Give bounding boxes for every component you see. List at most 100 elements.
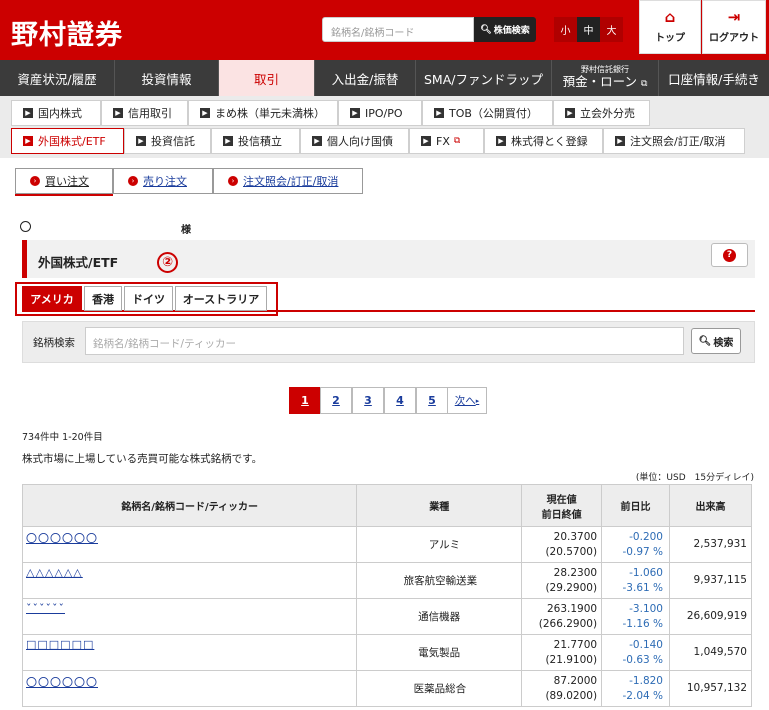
page-3[interactable]: 3 [352, 387, 384, 414]
subnav-label: 株式得とく登録 [511, 135, 588, 148]
stock-search-button[interactable]: 🔍︎ 株価検索 [474, 17, 536, 42]
page-1[interactable]: 1 [289, 387, 321, 414]
subnav-investment-trust[interactable]: ▶ 投資信託 [124, 128, 211, 154]
nav-investment-info[interactable]: 投資情報 [115, 60, 219, 96]
cell-industry: 旅客航空輸送業 [356, 562, 523, 599]
stock-search-input[interactable]: 銘柄名/銘柄コード [322, 17, 474, 42]
tab-germany[interactable]: ドイツ [124, 286, 173, 311]
change-percent: -0.97 % [622, 545, 663, 558]
unit-note: (単位：USD 15分ディレイ) [635, 473, 754, 483]
arrow-right-icon: ▶ [136, 136, 146, 146]
stock-link[interactable]: ˇˇˇˇˇˇ [26, 602, 65, 615]
tab-australia[interactable]: オーストラリア [175, 286, 267, 311]
tab-buy-order[interactable]: › 買い注文 [15, 168, 113, 194]
font-size-small-button[interactable]: 小 [554, 17, 577, 42]
nav-deposit-transfer[interactable]: 入出金/振替 [315, 60, 416, 96]
change-value: -1.820 [629, 675, 663, 688]
nav-account-info[interactable]: 口座情報/手続き [659, 60, 769, 96]
logout-button[interactable]: ⇥ ログアウト [702, 0, 766, 54]
arrow-right-icon: › [30, 176, 40, 186]
page-5[interactable]: 5 [416, 387, 448, 414]
prev-close: (20.5700) [545, 545, 598, 558]
nav-assets[interactable]: 資産状況/履歴 [0, 60, 115, 96]
subnav-mame-kabu[interactable]: ▶ まめ株（単元未満株） [188, 100, 338, 126]
subnav-fx[interactable]: ▶ FX ⧉ [409, 128, 484, 154]
nav-trade[interactable]: 取引 [219, 60, 315, 96]
cell-change: -0.140 -0.63 % [601, 634, 670, 671]
stock-link[interactable]: 〇〇〇〇〇〇 [26, 532, 98, 545]
subnav-foreign-stock-etf[interactable]: ▶ 外国株式/ETF [11, 128, 124, 154]
subnav-label: 投資信託 [151, 135, 195, 148]
tab-order-inquiry[interactable]: › 注文照会/訂正/取消 [213, 168, 363, 194]
current-price: 263.1900 [546, 603, 598, 616]
subnav-tob[interactable]: ▶ TOB（公開買付） [422, 100, 553, 126]
page-2[interactable]: 2 [320, 387, 352, 414]
cell-industry: 通信機器 [356, 598, 523, 635]
nav-deposit-loan-label: 預金・ローン [562, 74, 637, 90]
cell-price: 20.3700 (20.5700) [521, 526, 603, 563]
col-volume-header: 出来高 [669, 484, 752, 527]
help-button[interactable]: ? [711, 243, 748, 267]
table-header-row: 銘柄名/銘柄コード/ティッカー 業種 現在値 前日終値 前日比 出来高 [21, 484, 752, 527]
subnav-label: 信用取引 [128, 107, 172, 120]
subnav-jgb[interactable]: ▶ 個人向け国債 [300, 128, 409, 154]
tab-usa[interactable]: アメリカ [22, 286, 82, 311]
arrow-right-icon: ▶ [200, 108, 210, 118]
stock-link[interactable]: □□□□□□ [26, 638, 94, 651]
arrow-right-icon: ▶ [615, 136, 625, 146]
logout-button-label: ログアウト [709, 33, 759, 44]
nav-sma-fundwrap[interactable]: SMA/ファンドラップ [416, 60, 552, 96]
stock-link[interactable]: △△△△△△ [26, 566, 83, 579]
subnav-margin[interactable]: ▶ 信用取引 [101, 100, 188, 126]
subnav-trust-accumulation[interactable]: ▶ 投信積立 [211, 128, 300, 154]
search-icon: 🔍︎ [480, 24, 492, 35]
external-link-icon: ⧉ [453, 136, 461, 146]
subnav-label: まめ株（単元未満株） [215, 107, 325, 120]
tab-buy-order-label: 買い注文 [45, 175, 89, 188]
result-count: 734件中 1-20件目 [22, 432, 103, 443]
subnav-label: 注文照会/訂正/取消 [630, 135, 726, 148]
subnav-offfloor[interactable]: ▶ 立会外分売 [553, 100, 650, 126]
col-name-header: 銘柄名/銘柄コード/ティッカー [21, 484, 358, 527]
page-title: 外国株式/ETF [38, 255, 119, 270]
cell-industry: アルミ [356, 526, 523, 563]
tab-sell-order[interactable]: › 売り注文 [113, 168, 213, 194]
search-icon: 🔍︎ [698, 335, 712, 347]
cell-volume: 9,937,115 [669, 562, 752, 599]
top-button[interactable]: ⌂ トップ [639, 0, 701, 54]
current-price: 87.2000 [553, 675, 598, 688]
change-percent: -1.16 % [622, 617, 663, 630]
font-size-medium-button[interactable]: 中 [577, 17, 600, 42]
ticker-search-input[interactable]: 銘柄名/銘柄コード/ティッカー [85, 327, 684, 355]
tab-hongkong[interactable]: 香港 [84, 286, 122, 311]
page-4[interactable]: 4 [384, 387, 416, 414]
arrow-right-icon: ▶ [23, 136, 33, 146]
next-page-button[interactable]: 次へ ▸ [447, 387, 487, 414]
subnav-tokutoku[interactable]: ▶ 株式得とく登録 [484, 128, 603, 154]
cell-change: -0.200 -0.97 % [601, 526, 670, 563]
prev-close: (21.9100) [545, 653, 598, 666]
font-size-large-button[interactable]: 大 [600, 17, 623, 42]
table-row: □□□□□□ 電気製品 21.7700 (21.9100) -0.140 -0.63… [21, 634, 752, 671]
col-price-header: 現在値 前日終値 [521, 484, 603, 527]
cell-price: 28.2300 (29.2900) [521, 562, 603, 599]
cell-volume: 1,049,570 [669, 634, 752, 671]
subnav-order-inquiry[interactable]: ▶ 注文照会/訂正/取消 [603, 128, 745, 154]
subnav-label: 外国株式/ETF [38, 135, 106, 148]
col-price-header-2: 前日終値 [541, 509, 582, 521]
arrow-right-icon: ▶ [113, 108, 123, 118]
logo[interactable]: 野村證券 [11, 13, 123, 52]
current-price: 20.3700 [553, 531, 598, 544]
table-row: 〇〇〇〇〇〇 アルミ 20.3700 (20.5700) -0.200 -0.97 … [21, 526, 752, 563]
change-percent: -2.04 % [622, 689, 663, 702]
subnav-domestic-stock[interactable]: ▶ 国内株式 [11, 100, 101, 126]
cell-name: 〇〇〇〇〇〇 [21, 526, 358, 563]
ticker-search-button[interactable]: 🔍︎ 検索 [691, 328, 741, 354]
home-icon: ⌂ [664, 8, 676, 26]
nav-deposit-loan[interactable]: 野村信託銀行 預金・ローン ⧉ [552, 60, 659, 96]
stock-link[interactable]: 〇〇〇〇〇〇 [26, 676, 98, 689]
caret-right-icon: ▸ [475, 396, 480, 405]
subnav-ipo-po[interactable]: ▶ IPO/PO [338, 100, 422, 126]
cell-volume: 26,609,919 [669, 598, 752, 635]
top-button-label: トップ [655, 33, 685, 44]
